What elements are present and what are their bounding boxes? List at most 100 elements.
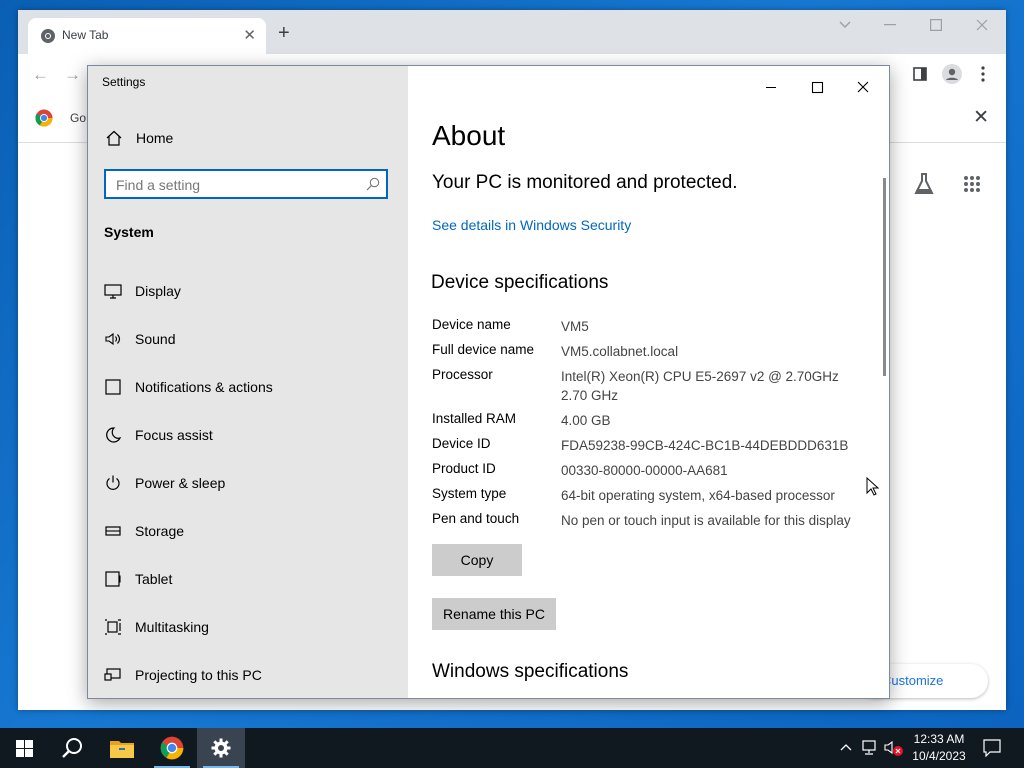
tab-search-icon[interactable] — [838, 20, 852, 30]
chrome-logo-icon — [35, 109, 53, 127]
mouse-cursor-icon — [866, 477, 880, 496]
spec-value: FDA59238-99CB-424C-BC1B-44DEBDDD631B — [561, 438, 849, 453]
page-title: About — [432, 120, 506, 151]
nav-item-multitasking[interactable]: Multitasking — [88, 607, 408, 647]
spec-key: Pen and touch — [432, 511, 520, 526]
settings-maximize-icon[interactable] — [794, 72, 840, 102]
content-scrollbar[interactable] — [883, 178, 886, 376]
nav-home[interactable]: Home — [88, 122, 408, 156]
apps-grid-icon[interactable] — [963, 175, 981, 193]
nav-item-label: Notifications & actions — [135, 379, 273, 395]
projecting-icon — [104, 668, 121, 681]
settings-search-box — [104, 169, 388, 199]
search-icon[interactable] — [366, 177, 380, 191]
chrome-tab[interactable]: New Tab ✕ — [28, 18, 266, 54]
tray-chevron-up-icon[interactable] — [840, 742, 852, 752]
spec-value: 00330-80000-00000-AA681 — [561, 463, 728, 478]
menu-kebab-icon[interactable] — [981, 66, 985, 82]
taskbar-search-button[interactable] — [48, 728, 96, 768]
tray-clock[interactable]: 12:33 AM 10/4/2023 — [904, 731, 974, 765]
spec-value: VM5.collabnet.local — [561, 344, 679, 359]
nav-item-display[interactable]: Display — [88, 271, 408, 311]
storage-icon — [105, 526, 121, 536]
settings-minimize-icon[interactable] — [748, 72, 794, 102]
spec-value: Intel(R) Xeon(R) CPU E5-2697 v2 @ 2.70GH… — [561, 369, 839, 403]
taskbar: 12:33 AM 10/4/2023 — [0, 728, 1024, 768]
tray-date: 10/4/2023 — [912, 749, 966, 763]
chrome-maximize-icon[interactable] — [930, 19, 942, 31]
nav-item-projecting[interactable]: Projecting to this PC — [88, 655, 408, 695]
nav-item-sound[interactable]: Sound — [88, 319, 408, 359]
display-icon — [104, 284, 122, 299]
labs-flask-icon[interactable] — [913, 172, 935, 196]
rename-pc-button[interactable]: Rename this PC — [432, 598, 556, 630]
settings-close-icon[interactable] — [840, 72, 886, 102]
focus-assist-icon — [106, 427, 122, 443]
notifications-icon — [105, 379, 121, 395]
start-button[interactable] — [0, 728, 48, 768]
side-panel-icon[interactable] — [913, 67, 927, 81]
nav-home-label: Home — [136, 130, 174, 146]
spec-key: Device ID — [432, 436, 491, 451]
spec-value: No pen or touch input is available for t… — [561, 513, 851, 528]
chrome-icon — [160, 736, 184, 760]
nav-item-label: Display — [135, 283, 181, 299]
tab-title: New Tab — [62, 28, 109, 42]
new-tab-icon[interactable]: + — [278, 23, 290, 43]
taskbar-settings[interactable] — [197, 728, 245, 768]
settings-window: Settings Home System Display Sound Notif… — [87, 65, 890, 699]
sound-icon — [105, 332, 121, 346]
settings-search-input[interactable] — [114, 175, 358, 195]
taskbar-chrome[interactable] — [148, 728, 196, 768]
settings-content-pane: About Your PC is monitored and protected… — [408, 66, 889, 698]
volume-muted-icon[interactable] — [884, 739, 904, 757]
nav-item-focus-assist[interactable]: Focus assist — [88, 415, 408, 455]
windows-logo-icon — [16, 740, 33, 757]
device-specs-heading: Device specifications — [431, 272, 609, 293]
power-icon — [106, 475, 120, 490]
spec-key: Installed RAM — [432, 411, 517, 426]
nav-item-notifications[interactable]: Notifications & actions — [88, 367, 408, 407]
gear-icon — [211, 738, 231, 758]
nav-item-power-sleep[interactable]: Power & sleep — [88, 463, 408, 503]
nav-group-label: System — [104, 224, 154, 240]
spec-key: Product ID — [432, 461, 496, 476]
nav-item-storage[interactable]: Storage — [88, 511, 408, 551]
action-center-icon[interactable] — [983, 739, 1001, 757]
chrome-close-icon[interactable] — [976, 19, 988, 31]
profile-icon[interactable] — [942, 64, 962, 84]
network-icon[interactable] — [862, 740, 880, 756]
settings-window-title: Settings — [102, 75, 146, 89]
tab-close-icon[interactable]: ✕ — [243, 26, 256, 44]
chrome-favicon-icon — [41, 29, 55, 43]
nav-item-tablet[interactable]: Tablet — [88, 559, 408, 599]
nav-item-label: Focus assist — [135, 427, 213, 443]
settings-nav-pane: Settings Home System Display Sound Notif… — [88, 66, 408, 698]
tray-time: 12:33 AM — [913, 732, 965, 746]
windows-specs-heading: Windows specifications — [432, 661, 629, 682]
nav-item-label: Tablet — [135, 571, 173, 587]
infobar-close-icon[interactable]: ✕ — [973, 106, 989, 129]
nav-item-label: Projecting to this PC — [135, 667, 262, 683]
search-icon — [62, 738, 82, 758]
file-explorer-icon — [110, 741, 134, 758]
spec-key: System type — [432, 486, 507, 501]
protection-status: Your PC is monitored and protected. — [432, 172, 738, 193]
nav-item-label: Power & sleep — [135, 475, 226, 491]
windows-security-link[interactable]: See details in Windows Security — [432, 217, 631, 233]
taskbar-file-explorer[interactable] — [98, 728, 146, 768]
spec-value: VM5 — [561, 319, 589, 334]
forward-icon[interactable]: → — [64, 65, 81, 85]
spec-key: Processor — [432, 367, 493, 382]
spec-key: Full device name — [432, 342, 535, 357]
chrome-minimize-icon[interactable] — [884, 24, 896, 26]
spec-key: Device name — [432, 317, 511, 332]
home-icon — [106, 130, 122, 146]
bookmark-label[interactable]: Go — [70, 111, 86, 125]
tablet-icon — [105, 571, 121, 587]
spec-value: 64-bit operating system, x64-based proce… — [561, 488, 835, 503]
copy-button[interactable]: Copy — [432, 544, 522, 576]
back-icon[interactable]: ← — [32, 65, 49, 85]
nav-item-label: Sound — [135, 331, 176, 347]
nav-item-label: Multitasking — [135, 619, 209, 635]
